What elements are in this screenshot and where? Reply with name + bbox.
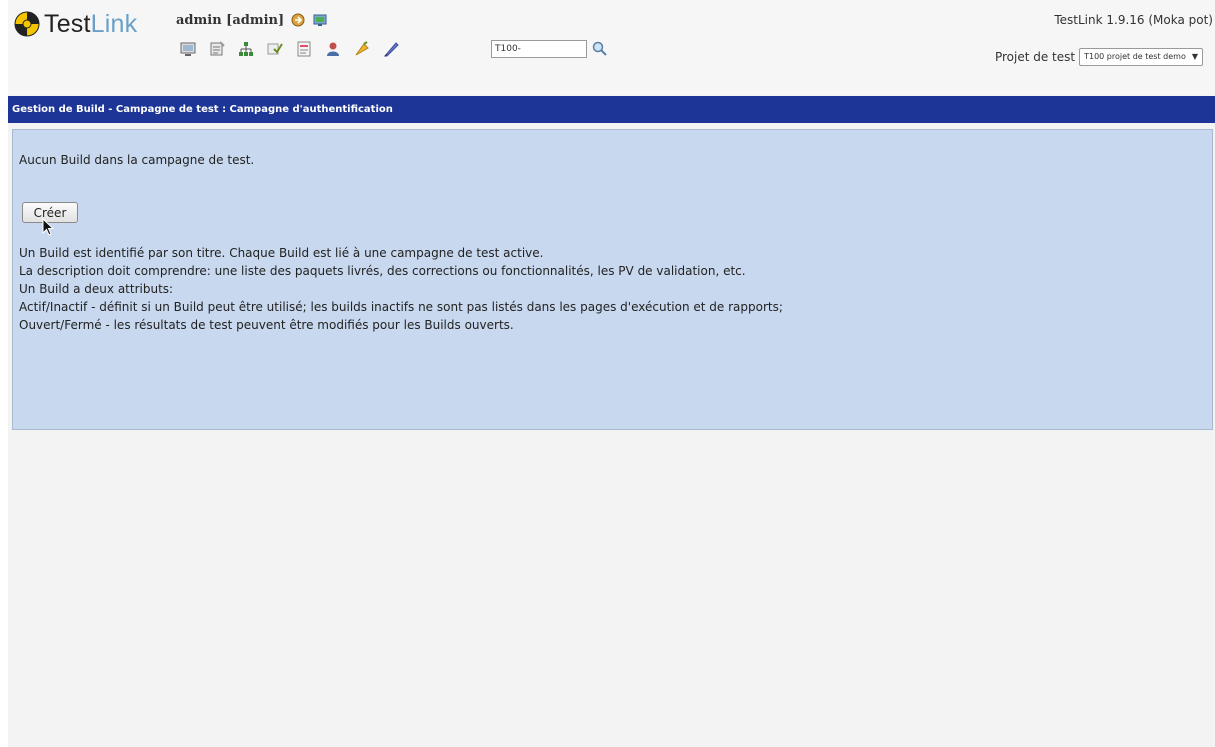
user-management-icon[interactable] [324,40,342,58]
logo-mark-icon [14,11,40,37]
desktop-icon[interactable] [179,40,197,58]
main-toolbar [179,40,400,58]
empty-builds-message: Aucun Build dans la campagne de test. [19,153,255,167]
logo-text-test: Test [44,10,91,38]
version-label: TestLink 1.9.16 (Moka pot) [1054,13,1213,27]
testcase-search-input[interactable]: T100- [491,40,587,58]
help-line: Ouvert/Fermé - les résultats de test peu… [19,318,514,332]
logout-icon[interactable] [290,12,306,28]
search-icon[interactable] [591,40,609,58]
events-icon[interactable] [353,40,371,58]
test-execution-icon[interactable] [266,40,284,58]
help-text: Un Build est identifié par son titre. Ch… [19,244,783,334]
requirements-icon[interactable] [208,40,226,58]
help-line: La description doit comprendre: une list… [19,264,746,278]
page-title: Gestion de Build - Campagne de test : Ca… [8,96,1215,123]
project-select-value: T100 projet de test demo [1084,52,1186,61]
test-specification-icon[interactable] [237,40,255,58]
testlink-logo[interactable]: TestLink [14,8,137,40]
project-selector: Projet de test T100 projet de test demo … [995,48,1203,66]
logo-text-link: Link [90,10,138,38]
project-select[interactable]: T100 projet de test demo ▼ [1079,48,1203,66]
build-management-panel: Aucun Build dans la campagne de test. Cr… [12,129,1213,430]
help-line: Actif/Inactif - définit si un Build peut… [19,300,783,314]
mouse-cursor-icon [42,218,54,236]
app-frame: TestLink admin [admin] T100- TestLink 1.… [0,0,1215,747]
user-info: admin [admin] [176,12,328,28]
chevron-down-icon: ▼ [1191,52,1198,61]
custom-fields-icon[interactable] [382,40,400,58]
test-reports-icon[interactable] [295,40,313,58]
help-line: Un Build a deux attributs: [19,282,174,296]
project-label: Projet de test [994,50,1076,64]
top-header: TestLink admin [admin] T100- TestLink 1.… [8,0,1215,95]
help-line: Un Build est identifié par son titre. Ch… [19,246,544,260]
username-label: admin [admin] [176,12,285,28]
user-settings-icon[interactable] [312,12,328,28]
